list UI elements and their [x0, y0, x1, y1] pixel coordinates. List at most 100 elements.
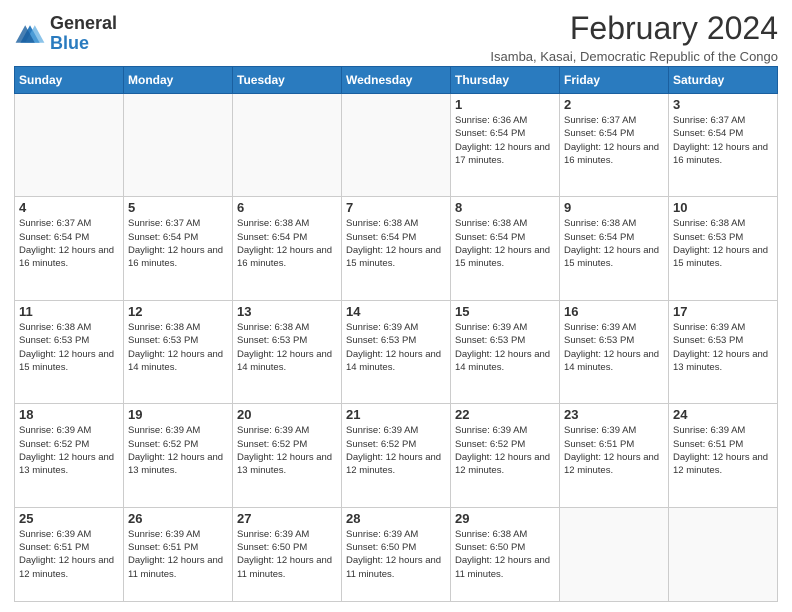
logo-general: General	[50, 13, 117, 33]
day-info: Sunrise: 6:37 AM Sunset: 6:54 PM Dayligh…	[673, 114, 773, 167]
weekday-header: Friday	[560, 67, 669, 94]
day-number: 13	[237, 304, 337, 319]
logo-text: General Blue	[50, 14, 117, 54]
calendar: SundayMondayTuesdayWednesdayThursdayFrid…	[14, 66, 778, 602]
calendar-day-cell	[342, 94, 451, 197]
day-info: Sunrise: 6:39 AM Sunset: 6:51 PM Dayligh…	[128, 528, 228, 581]
calendar-day-cell: 19 Sunrise: 6:39 AM Sunset: 6:52 PM Dayli…	[124, 404, 233, 507]
calendar-week-row: 25 Sunrise: 6:39 AM Sunset: 6:51 PM Dayli…	[15, 507, 778, 601]
day-info: Sunrise: 6:38 AM Sunset: 6:54 PM Dayligh…	[564, 217, 664, 270]
day-number: 3	[673, 97, 773, 112]
calendar-day-cell: 10Sunrise: 6:38 AM Sunset: 6:53 PM Dayli…	[669, 197, 778, 300]
day-info: Sunrise: 6:39 AM Sunset: 6:52 PM Dayligh…	[128, 424, 228, 477]
calendar-day-cell: 11Sunrise: 6:38 AM Sunset: 6:53 PM Dayli…	[15, 300, 124, 403]
logo-icon	[14, 20, 46, 48]
weekday-header: Thursday	[451, 67, 560, 94]
day-number: 29	[455, 511, 555, 526]
day-info: Sunrise: 6:39 AM Sunset: 6:51 PM Dayligh…	[19, 528, 119, 581]
weekday-header: Wednesday	[342, 67, 451, 94]
day-number: 24	[673, 407, 773, 422]
calendar-day-cell: 21Sunrise: 6:39 AM Sunset: 6:52 PM Dayli…	[342, 404, 451, 507]
day-number: 4	[19, 200, 119, 215]
day-number: 17	[673, 304, 773, 319]
day-info: Sunrise: 6:39 AM Sunset: 6:51 PM Dayligh…	[673, 424, 773, 477]
day-info: Sunrise: 6:37 AM Sunset: 6:54 PM Dayligh…	[564, 114, 664, 167]
calendar-day-cell: 7 Sunrise: 6:38 AM Sunset: 6:54 PM Daylig…	[342, 197, 451, 300]
logo-blue: Blue	[50, 33, 89, 53]
calendar-day-cell: 22 Sunrise: 6:39 AM Sunset: 6:52 PM Dayli…	[451, 404, 560, 507]
calendar-day-cell: 15Sunrise: 6:39 AM Sunset: 6:53 PM Dayli…	[451, 300, 560, 403]
weekday-header: Tuesday	[233, 67, 342, 94]
calendar-day-cell: 18Sunrise: 6:39 AM Sunset: 6:52 PM Dayli…	[15, 404, 124, 507]
day-number: 25	[19, 511, 119, 526]
day-number: 8	[455, 200, 555, 215]
day-number: 19	[128, 407, 228, 422]
calendar-week-row: 4 Sunrise: 6:37 AM Sunset: 6:54 PM Daylig…	[15, 197, 778, 300]
calendar-day-cell: 9 Sunrise: 6:38 AM Sunset: 6:54 PM Daylig…	[560, 197, 669, 300]
day-info: Sunrise: 6:39 AM Sunset: 6:51 PM Dayligh…	[564, 424, 664, 477]
day-number: 7	[346, 200, 446, 215]
day-info: Sunrise: 6:39 AM Sunset: 6:50 PM Dayligh…	[237, 528, 337, 581]
month-year: February 2024	[490, 10, 778, 47]
day-info: Sunrise: 6:37 AM Sunset: 6:54 PM Dayligh…	[128, 217, 228, 270]
calendar-day-cell: 12 Sunrise: 6:38 AM Sunset: 6:53 PM Dayli…	[124, 300, 233, 403]
calendar-day-cell	[124, 94, 233, 197]
day-number: 27	[237, 511, 337, 526]
day-info: Sunrise: 6:39 AM Sunset: 6:53 PM Dayligh…	[346, 321, 446, 374]
calendar-day-cell	[669, 507, 778, 601]
day-info: Sunrise: 6:37 AM Sunset: 6:54 PM Dayligh…	[19, 217, 119, 270]
header: General Blue February 2024 Isamba, Kasai…	[14, 10, 778, 64]
calendar-day-cell: 28Sunrise: 6:39 AM Sunset: 6:50 PM Dayli…	[342, 507, 451, 601]
day-number: 12	[128, 304, 228, 319]
day-info: Sunrise: 6:38 AM Sunset: 6:54 PM Dayligh…	[455, 217, 555, 270]
calendar-day-cell: 17 Sunrise: 6:39 AM Sunset: 6:53 PM Dayli…	[669, 300, 778, 403]
day-number: 15	[455, 304, 555, 319]
calendar-day-cell: 26 Sunrise: 6:39 AM Sunset: 6:51 PM Dayli…	[124, 507, 233, 601]
day-number: 10	[673, 200, 773, 215]
day-info: Sunrise: 6:38 AM Sunset: 6:53 PM Dayligh…	[128, 321, 228, 374]
calendar-day-cell: 27 Sunrise: 6:39 AM Sunset: 6:50 PM Dayli…	[233, 507, 342, 601]
calendar-day-cell: 13 Sunrise: 6:38 AM Sunset: 6:53 PM Dayli…	[233, 300, 342, 403]
day-info: Sunrise: 6:39 AM Sunset: 6:52 PM Dayligh…	[19, 424, 119, 477]
calendar-day-cell	[560, 507, 669, 601]
day-number: 28	[346, 511, 446, 526]
day-number: 16	[564, 304, 664, 319]
logo: General Blue	[14, 10, 117, 54]
calendar-day-cell: 16 Sunrise: 6:39 AM Sunset: 6:53 PM Dayli…	[560, 300, 669, 403]
calendar-day-cell: 4 Sunrise: 6:37 AM Sunset: 6:54 PM Daylig…	[15, 197, 124, 300]
weekday-header: Sunday	[15, 67, 124, 94]
day-number: 26	[128, 511, 228, 526]
day-info: Sunrise: 6:39 AM Sunset: 6:52 PM Dayligh…	[455, 424, 555, 477]
day-number: 6	[237, 200, 337, 215]
calendar-day-cell: 29 Sunrise: 6:38 AM Sunset: 6:50 PM Dayli…	[451, 507, 560, 601]
calendar-day-cell	[233, 94, 342, 197]
subtitle: Isamba, Kasai, Democratic Republic of th…	[490, 49, 778, 64]
calendar-week-row: 11Sunrise: 6:38 AM Sunset: 6:53 PM Dayli…	[15, 300, 778, 403]
calendar-day-cell: 3 Sunrise: 6:37 AM Sunset: 6:54 PM Daylig…	[669, 94, 778, 197]
page: General Blue February 2024 Isamba, Kasai…	[0, 0, 792, 612]
day-number: 22	[455, 407, 555, 422]
day-info: Sunrise: 6:38 AM Sunset: 6:54 PM Dayligh…	[237, 217, 337, 270]
day-number: 20	[237, 407, 337, 422]
day-info: Sunrise: 6:38 AM Sunset: 6:54 PM Dayligh…	[346, 217, 446, 270]
day-number: 23	[564, 407, 664, 422]
calendar-week-row: 1Sunrise: 6:36 AM Sunset: 6:54 PM Daylig…	[15, 94, 778, 197]
day-number: 9	[564, 200, 664, 215]
day-info: Sunrise: 6:39 AM Sunset: 6:53 PM Dayligh…	[564, 321, 664, 374]
day-info: Sunrise: 6:38 AM Sunset: 6:53 PM Dayligh…	[19, 321, 119, 374]
calendar-day-cell: 1Sunrise: 6:36 AM Sunset: 6:54 PM Daylig…	[451, 94, 560, 197]
calendar-day-cell: 25 Sunrise: 6:39 AM Sunset: 6:51 PM Dayli…	[15, 507, 124, 601]
day-info: Sunrise: 6:38 AM Sunset: 6:53 PM Dayligh…	[237, 321, 337, 374]
day-number: 2	[564, 97, 664, 112]
calendar-week-row: 18Sunrise: 6:39 AM Sunset: 6:52 PM Dayli…	[15, 404, 778, 507]
day-info: Sunrise: 6:39 AM Sunset: 6:53 PM Dayligh…	[673, 321, 773, 374]
day-number: 1	[455, 97, 555, 112]
weekday-header: Saturday	[669, 67, 778, 94]
weekday-header: Monday	[124, 67, 233, 94]
calendar-day-cell: 6 Sunrise: 6:38 AM Sunset: 6:54 PM Daylig…	[233, 197, 342, 300]
calendar-day-cell: 23 Sunrise: 6:39 AM Sunset: 6:51 PM Dayli…	[560, 404, 669, 507]
calendar-day-cell: 5Sunrise: 6:37 AM Sunset: 6:54 PM Daylig…	[124, 197, 233, 300]
calendar-day-cell: 14Sunrise: 6:39 AM Sunset: 6:53 PM Dayli…	[342, 300, 451, 403]
day-number: 21	[346, 407, 446, 422]
day-info: Sunrise: 6:38 AM Sunset: 6:50 PM Dayligh…	[455, 528, 555, 581]
